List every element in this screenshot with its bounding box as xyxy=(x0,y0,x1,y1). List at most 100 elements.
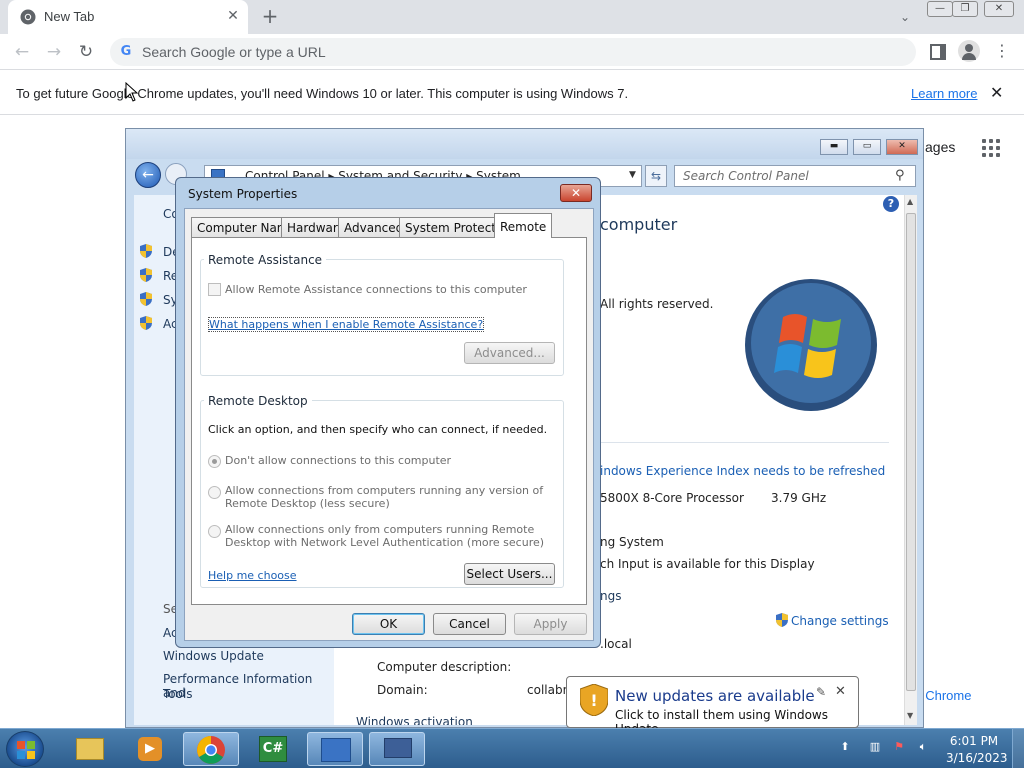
scroll-down-icon[interactable]: ▼ xyxy=(907,711,913,720)
cp-search-input[interactable]: Search Control Panel ⚲ xyxy=(674,165,916,187)
radio-allow-nla[interactable] xyxy=(208,525,221,538)
radio-allow-any-version[interactable] xyxy=(208,486,221,499)
remote-desktop-title: Remote Desktop xyxy=(204,394,312,408)
update-infobar: To get future Google Chrome updates, you… xyxy=(0,71,1024,115)
clock-date[interactable]: 3/16/2023 xyxy=(946,751,1008,765)
tab-close-icon[interactable]: ✕ xyxy=(224,7,242,25)
taskbar-explorer-icon[interactable] xyxy=(62,732,118,766)
start-button[interactable] xyxy=(6,731,44,767)
allow-remote-assistance-checkbox[interactable] xyxy=(208,283,221,296)
cp-search-placeholder: Search Control Panel xyxy=(683,169,809,183)
learn-more-link[interactable]: Learn more xyxy=(911,86,977,101)
scroll-thumb[interactable] xyxy=(906,213,916,691)
uac-shield-icon xyxy=(140,244,152,258)
taskbar: ▶ C# ⬆ ▥ ⚑ 🔈︎ 6:01 PM 3/16/2023 xyxy=(0,728,1024,768)
what-happens-link[interactable]: What happens when I enable Remote Assist… xyxy=(208,317,485,332)
remote-assistance-title: Remote Assistance xyxy=(204,253,327,267)
domain-label: Domain: xyxy=(377,683,428,697)
cp-left-tools[interactable]: Tools xyxy=(163,687,193,701)
radio-allow-nla-label-1: Allow connections only from computers ru… xyxy=(225,523,535,536)
cancel-button[interactable]: Cancel xyxy=(433,613,506,635)
help-icon[interactable]: ? xyxy=(883,196,899,212)
taskbar-media-player-icon[interactable]: ▶ xyxy=(122,732,178,766)
taskbar-remote-desktop-icon[interactable] xyxy=(369,732,425,766)
uac-shield-icon xyxy=(140,316,152,330)
side-panel-icon[interactable] xyxy=(930,44,946,60)
google-apps-grid-icon[interactable] xyxy=(982,139,1000,157)
reload-icon[interactable]: ↻ xyxy=(74,41,98,65)
select-users-button[interactable]: Select Users... xyxy=(464,563,555,585)
dialog-title: System Properties xyxy=(188,187,298,201)
tray-update-icon[interactable]: ⬆ xyxy=(838,740,852,754)
cp-scrollbar[interactable]: ▲ ▼ xyxy=(904,195,917,725)
browser-toolbar: ← → ↻ G Search Google or type a URL xyxy=(0,34,1024,70)
mouse-cursor-icon xyxy=(125,82,139,102)
tab-new-tab[interactable]: New Tab ✕ xyxy=(8,0,248,34)
apply-button[interactable]: Apply xyxy=(514,613,587,635)
processor-speed: 3.79 GHz xyxy=(771,491,827,505)
cp-back-button[interactable]: ← xyxy=(135,162,161,188)
computer-description-label: Computer description: xyxy=(377,660,512,674)
svg-text:!: ! xyxy=(590,691,597,710)
new-tab-button[interactable]: + xyxy=(258,5,282,29)
address-dropdown-icon[interactable]: ▼ xyxy=(629,170,636,180)
notification-close-icon[interactable]: ✕ xyxy=(835,684,846,699)
tab-remote[interactable]: Remote xyxy=(494,213,553,238)
cp-minimize-button[interactable]: ▬ xyxy=(820,139,848,155)
pin-icon[interactable]: ✎ xyxy=(816,685,826,699)
windows-activation-heading: Windows activation xyxy=(356,715,473,725)
taskbar-csharp-icon[interactable]: C# xyxy=(245,732,301,766)
radio-allow-any-label-1: Allow connections from computers running… xyxy=(225,484,544,497)
tab-search-chevron-icon[interactable]: ⌄ xyxy=(894,6,916,28)
taskbar-control-panel-icon[interactable] xyxy=(307,732,363,766)
notification-title: New updates are available xyxy=(615,687,815,705)
tray-action-center-icon[interactable]: ⚑ xyxy=(892,740,906,754)
close-window-button[interactable]: ✕ xyxy=(984,1,1014,17)
uac-shield-icon xyxy=(140,292,152,306)
omnibox[interactable]: G Search Google or type a URL xyxy=(110,38,916,66)
change-settings-link[interactable]: Change settings xyxy=(791,614,889,628)
clock-time[interactable]: 6:01 PM xyxy=(946,734,1002,748)
scroll-up-icon[interactable]: ▲ xyxy=(907,197,913,206)
back-arrow-icon[interactable]: ← xyxy=(10,41,34,65)
restore-button[interactable]: ❐ xyxy=(952,1,978,17)
advanced-button[interactable]: Advanced... xyxy=(464,342,555,364)
show-desktop-button[interactable] xyxy=(1012,729,1024,768)
tab-title: New Tab xyxy=(44,9,95,24)
dialog-close-button[interactable]: ✕ xyxy=(560,184,592,202)
windows-experience-index-link[interactable]: indows Experience Index needs to be refr… xyxy=(600,464,885,478)
tray-volume-icon[interactable]: 🔈︎ xyxy=(916,740,930,754)
remote-desktop-instruction: Click an option, and then specify who ca… xyxy=(208,423,548,436)
cp-close-button[interactable]: ✕ xyxy=(886,139,918,155)
taskbar-chrome-icon[interactable] xyxy=(183,732,239,766)
system-type-value: ng System xyxy=(600,535,664,549)
radio-dont-allow[interactable] xyxy=(208,455,221,468)
cp-left-windows-update[interactable]: Windows Update xyxy=(163,649,264,663)
ok-button[interactable]: OK xyxy=(352,613,425,635)
search-icon[interactable]: ⚲ xyxy=(895,168,905,183)
chrome-menu-icon[interactable]: ⋮ xyxy=(994,40,1010,64)
ntp-images-link[interactable]: ages xyxy=(925,139,955,155)
uac-shield-icon xyxy=(140,268,152,282)
radio-allow-nla-label-2: Desktop with Network Level Authenticatio… xyxy=(225,536,545,549)
windows-logo-icon xyxy=(745,279,877,411)
radio-dont-allow-label: Don't allow connections to this computer xyxy=(225,454,452,467)
forward-arrow-icon[interactable]: → xyxy=(42,41,66,65)
minimize-button[interactable]: — xyxy=(927,1,953,17)
processor-value: 5800X 8-Core Processor xyxy=(600,491,744,505)
control-panel-titlebar xyxy=(126,129,923,159)
copyright-text: All rights reserved. xyxy=(600,297,714,311)
infobar-close-icon[interactable]: ✕ xyxy=(990,83,1003,102)
windows-update-notification[interactable]: ! New updates are available Click to ins… xyxy=(566,676,859,736)
dialog-body: Computer Name Hardware Advanced System P… xyxy=(184,208,594,641)
domain-value: collabn xyxy=(527,683,571,697)
cp-refresh-icon[interactable]: ⇆ xyxy=(645,165,667,187)
windows-activation-heading-clip: Windows activation xyxy=(356,709,506,725)
allow-remote-assistance-label: Allow Remote Assistance connections to t… xyxy=(225,283,527,296)
computer-settings-heading: ngs xyxy=(600,589,622,603)
google-g-icon: G xyxy=(120,44,132,59)
profile-avatar-icon[interactable] xyxy=(958,40,980,62)
tray-network-icon[interactable]: ▥ xyxy=(868,740,882,754)
help-me-choose-link[interactable]: Help me choose xyxy=(208,569,297,582)
cp-maximize-button[interactable]: ▭ xyxy=(853,139,881,155)
